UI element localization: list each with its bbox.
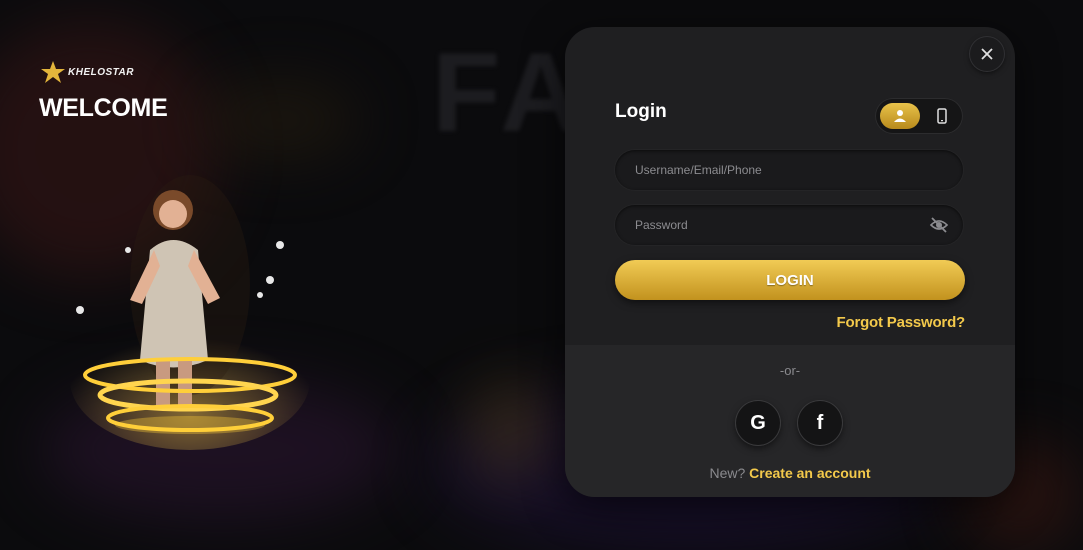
star-logo-icon <box>41 61 65 83</box>
phone-icon <box>937 108 947 124</box>
username-input[interactable] <box>615 162 917 178</box>
close-button[interactable] <box>970 37 1004 71</box>
phone-mode-button[interactable] <box>927 103 957 129</box>
password-field <box>615 205 963 245</box>
username-field <box>615 150 963 190</box>
login-modal: Login LOGIN Forgot Password? -or- G <box>565 27 1015 497</box>
facebook-icon: f <box>816 411 824 434</box>
login-mode-toggle <box>875 98 963 134</box>
welcome-heading: WELCOME <box>39 94 168 122</box>
login-title: Login <box>615 101 667 122</box>
create-account-link[interactable]: Create an account <box>749 465 870 481</box>
facebook-login-button[interactable]: f <box>798 401 842 445</box>
brand-logo: KHELOSTAR <box>40 60 134 84</box>
google-login-button[interactable]: G <box>736 401 780 445</box>
signup-row: New? Create an account <box>565 465 1015 481</box>
login-button[interactable]: LOGIN <box>615 260 965 300</box>
user-mode-button[interactable] <box>880 103 920 129</box>
eye-slash-icon[interactable] <box>929 215 949 235</box>
or-divider: -or- <box>779 363 801 378</box>
hero-illustration <box>70 175 310 450</box>
brand-name: KHELOSTAR <box>68 66 134 78</box>
google-icon: G <box>750 411 766 434</box>
close-icon <box>981 48 993 60</box>
forgot-password-link[interactable]: Forgot Password? <box>837 314 966 331</box>
password-input[interactable] <box>615 217 917 233</box>
signup-prompt: New? <box>709 465 746 481</box>
user-icon <box>894 110 906 122</box>
